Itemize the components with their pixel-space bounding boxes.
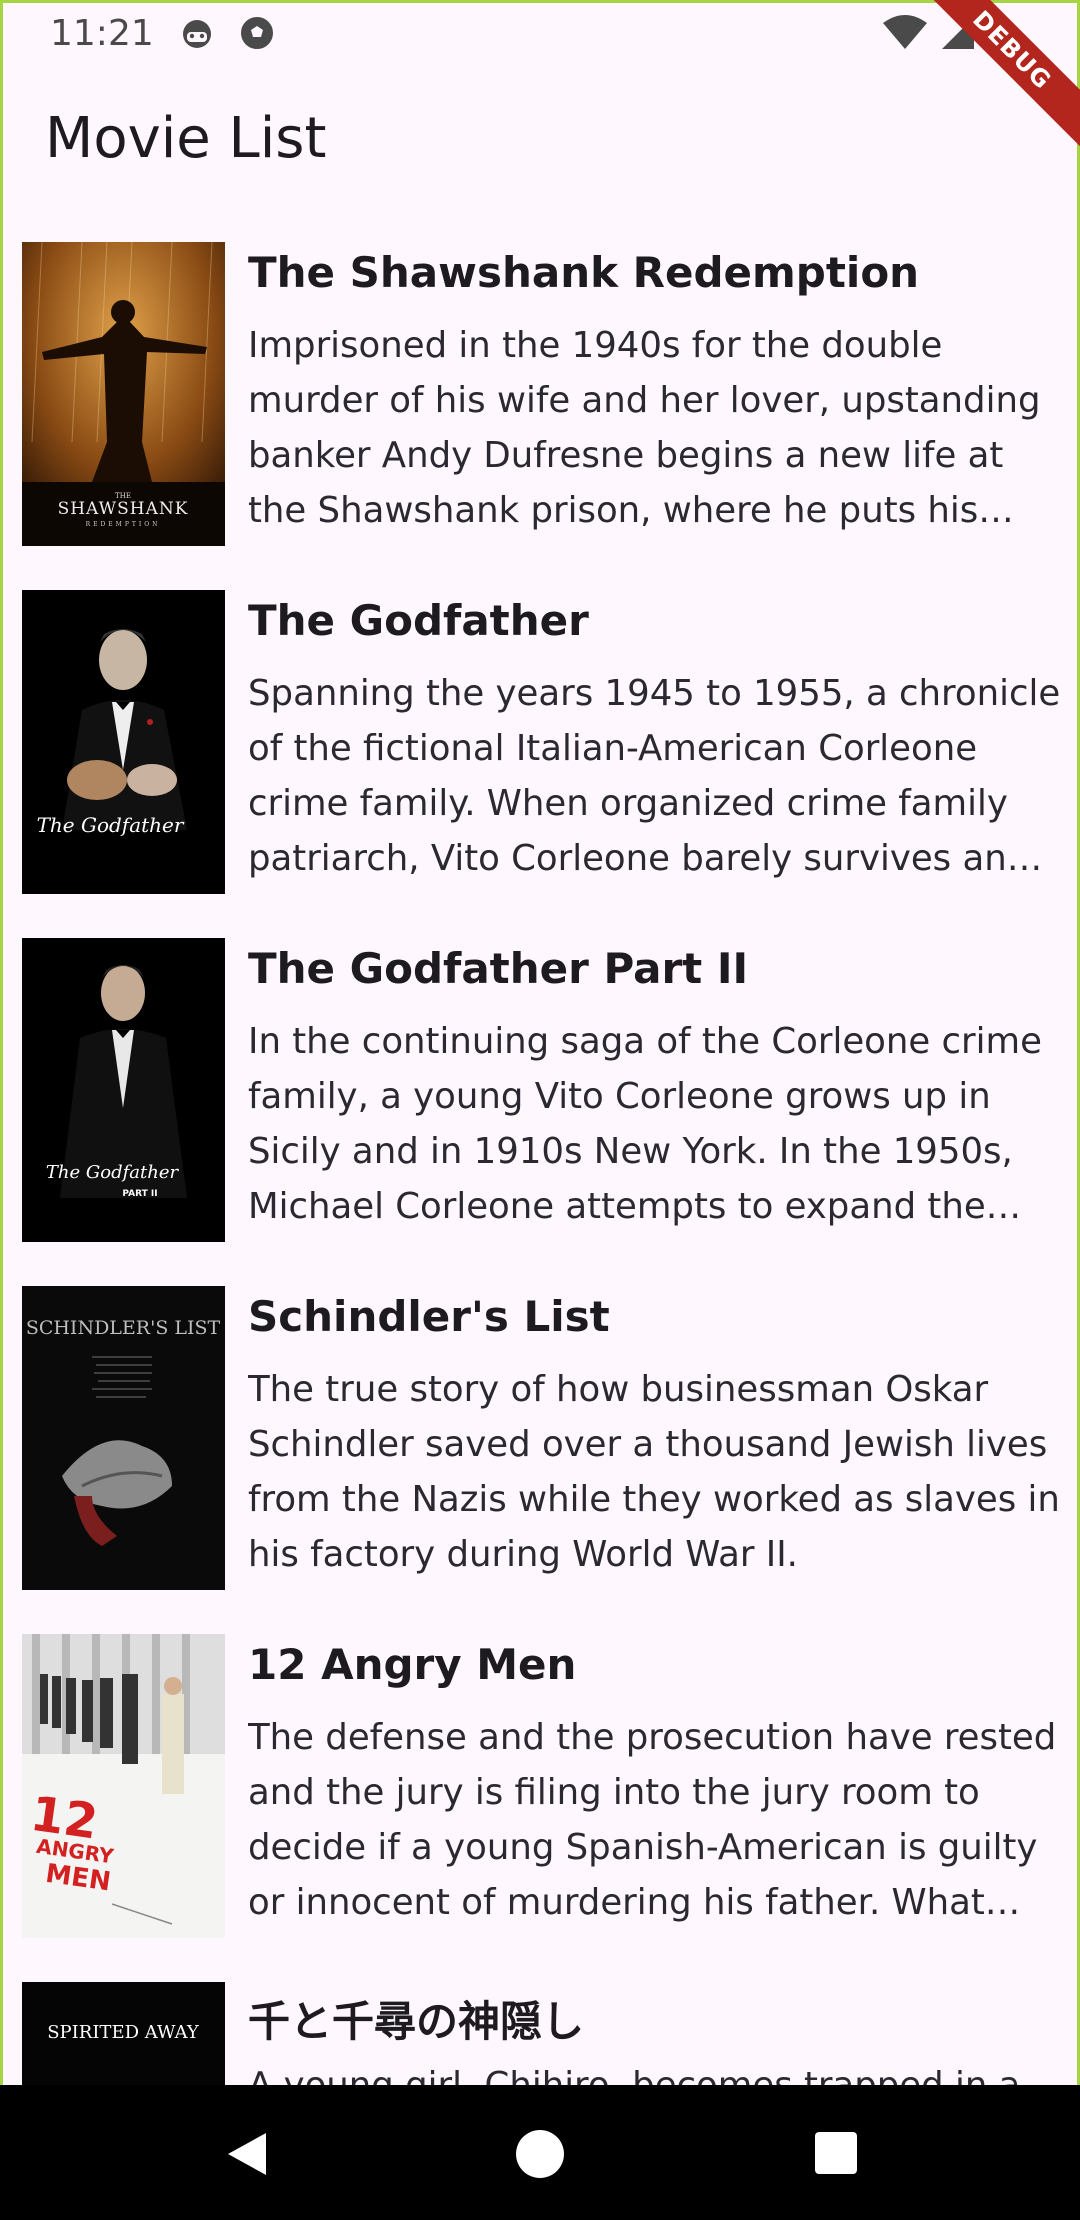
list-item[interactable]: SPIRITED AWAY 千と千尋の神隠し A young girl, Chi… bbox=[22, 1982, 1062, 2085]
movie-overview: The defense and the prosecution have res… bbox=[248, 1717, 1057, 1923]
movie-poster: THE SHAWSHANK REDEMPTION bbox=[22, 242, 225, 546]
poster-caption: SCHINDLER'S LIST bbox=[26, 1317, 221, 1339]
movie-poster: SCHINDLER'S LIST bbox=[22, 1286, 225, 1590]
poster-caption: SHAWSHANK bbox=[58, 499, 189, 519]
movie-poster: The Godfather PART II bbox=[22, 938, 225, 1242]
list-item[interactable]: The Godfather The Godfather Spanning the… bbox=[22, 590, 1062, 894]
poster-caption: The Godfather bbox=[37, 813, 185, 837]
movie-poster: The Godfather bbox=[22, 590, 225, 894]
movie-title: The Godfather bbox=[248, 596, 589, 645]
movie-overview: The true story of how businessman Oskar … bbox=[248, 1369, 1060, 1575]
movie-overview: In the continuing saga of the Corleone c… bbox=[248, 1021, 1042, 1227]
home-icon[interactable] bbox=[515, 2129, 565, 2179]
movie-title: 12 Angry Men bbox=[248, 1640, 577, 1689]
movie-title: Schindler's List bbox=[248, 1292, 610, 1341]
app-bar: Movie List bbox=[0, 66, 1080, 216]
status-time: 11:21 bbox=[50, 12, 154, 54]
poster-caption: SPIRITED AWAY bbox=[47, 2022, 200, 2043]
poster-caption: PART II bbox=[122, 1189, 157, 1199]
list-item[interactable]: THE SHAWSHANK REDEMPTION The Shawshank R… bbox=[22, 242, 1062, 546]
page-title: Movie List bbox=[45, 106, 327, 171]
movie-title: The Godfather Part II bbox=[248, 944, 749, 993]
soccer-ball-icon bbox=[240, 17, 273, 49]
movie-poster: 12 ANGRY MEN bbox=[22, 1634, 225, 1938]
poster-caption: REDEMPTION bbox=[86, 521, 161, 528]
wifi-icon bbox=[883, 15, 927, 49]
movie-title: The Shawshank Redemption bbox=[248, 248, 920, 297]
movie-title: 千と千尋の神隠し bbox=[248, 1997, 585, 2046]
back-icon[interactable] bbox=[222, 2129, 272, 2179]
poster-caption: The Godfather bbox=[46, 1162, 180, 1183]
movie-overview: A young girl, Chihiro, becomes trapped i… bbox=[248, 2058, 1068, 2085]
movie-overview: Imprisoned in the 1940s for the double m… bbox=[248, 325, 1041, 531]
list-item[interactable]: 12 ANGRY MEN 12 Angry Men The defense an… bbox=[22, 1634, 1062, 1938]
system-navigation-bar bbox=[0, 2085, 1080, 2220]
movie-list[interactable]: THE SHAWSHANK REDEMPTION The Shawshank R… bbox=[0, 242, 1080, 2085]
recents-icon[interactable] bbox=[812, 2129, 862, 2179]
movie-poster: SPIRITED AWAY bbox=[22, 1982, 225, 2085]
list-item[interactable]: The Godfather PART II The Godfather Part… bbox=[22, 938, 1062, 1242]
android-face-icon bbox=[182, 20, 211, 48]
list-item[interactable]: SCHINDLER'S LIST Schindler's List The tr… bbox=[22, 1286, 1062, 1590]
movie-overview: Spanning the years 1945 to 1955, a chron… bbox=[248, 673, 1061, 879]
